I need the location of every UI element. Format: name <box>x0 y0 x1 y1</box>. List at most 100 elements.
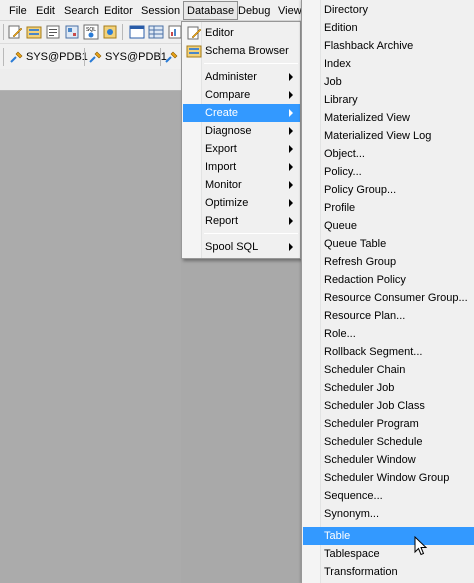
menu-item-create[interactable]: Create <box>183 104 300 122</box>
menu-database[interactable]: Database <box>183 1 239 20</box>
menu-search[interactable]: Search <box>64 4 99 18</box>
submenu-item-library[interactable]: Library <box>303 91 474 109</box>
connection-plug-icon <box>89 51 102 63</box>
database-menu: Editor Schema Browser Administer Compare… <box>181 21 301 259</box>
toolbar-separator <box>122 24 123 40</box>
menu-item-label: Diagnose <box>205 125 252 137</box>
connection-label: SYS@PDB1 <box>26 51 88 63</box>
submenu-item-refresh-group[interactable]: Refresh Group <box>303 253 474 271</box>
submenu-item-label: Synonym... <box>324 508 380 520</box>
menu-item-schema-browser[interactable]: Schema Browser <box>183 42 300 60</box>
connection-plug-icon <box>10 51 23 63</box>
editor-icon <box>187 26 202 40</box>
submenu-item-redaction-policy[interactable]: Redaction Policy <box>303 271 474 289</box>
submenu-item-scheduler-program[interactable]: Scheduler Program <box>303 415 474 433</box>
submenu-item-queue-table[interactable]: Queue Table <box>303 235 474 253</box>
menu-view[interactable]: View <box>278 4 302 18</box>
tools-icon[interactable] <box>102 24 118 40</box>
menu-item-import[interactable]: Import <box>183 158 300 176</box>
menu-item-label: Spool SQL <box>205 241 259 253</box>
submenu-item-object[interactable]: Object... <box>303 145 474 163</box>
submenu-item-resource-plan[interactable]: Resource Plan... <box>303 307 474 325</box>
submenu-item-scheduler-job-class[interactable]: Scheduler Job Class <box>303 397 474 415</box>
submenu-item-edition[interactable]: Edition <box>303 19 474 37</box>
submenu-item-index[interactable]: Index <box>303 55 474 73</box>
submenu-item-label: Object... <box>324 148 365 160</box>
submenu-item-materialized-view-log[interactable]: Materialized View Log <box>303 127 474 145</box>
grid-icon[interactable] <box>148 24 164 40</box>
schema-browser-icon[interactable] <box>26 24 42 40</box>
menu-separator <box>204 233 298 234</box>
submenu-item-label: Job <box>324 76 342 88</box>
submenu-item-profile[interactable]: Profile <box>303 199 474 217</box>
menu-item-optimize[interactable]: Optimize <box>183 194 300 212</box>
menu-item-compare[interactable]: Compare <box>183 86 300 104</box>
menu-item-diagnose[interactable]: Diagnose <box>183 122 300 140</box>
sql-editor-icon[interactable] <box>45 24 61 40</box>
submenu-arrow-icon <box>289 73 293 81</box>
submenu-item-scheduler-job[interactable]: Scheduler Job <box>303 379 474 397</box>
menu-item-monitor[interactable]: Monitor <box>183 176 300 194</box>
describe-icon[interactable] <box>64 24 80 40</box>
submenu-item-queue[interactable]: Queue <box>303 217 474 235</box>
window-icon[interactable] <box>129 24 145 40</box>
toolbar-grip <box>3 24 4 40</box>
connection-plug-icon[interactable] <box>164 50 180 64</box>
sql-icon[interactable]: SQL <box>83 24 99 40</box>
menu-item-label: Administer <box>205 71 257 83</box>
menu-item-editor[interactable]: Editor <box>183 24 300 42</box>
submenu-arrow-icon <box>289 199 293 207</box>
submenu-arrow-icon <box>289 91 293 99</box>
submenu-item-label: Materialized View <box>324 112 411 124</box>
submenu-item-resource-consumer-group[interactable]: Resource Consumer Group... <box>303 289 474 307</box>
submenu-item-label: Tablespace <box>324 548 380 560</box>
submenu-arrow-icon <box>289 243 293 251</box>
submenu-item-label: Scheduler Schedule <box>324 436 423 448</box>
submenu-item-materialized-view[interactable]: Materialized View <box>303 109 474 127</box>
submenu-item-directory[interactable]: Directory <box>303 1 474 19</box>
submenu-item-label: Sequence... <box>324 490 383 502</box>
submenu-item-label: Queue Table <box>324 238 387 250</box>
connection-label: SYS@PDB1 <box>105 51 167 63</box>
create-submenu: Directory Edition Flashback Archive Inde… <box>301 0 474 583</box>
submenu-item-flashback-archive[interactable]: Flashback Archive <box>303 37 474 55</box>
menu-item-report[interactable]: Report <box>183 212 300 230</box>
submenu-item-label: Scheduler Window Group <box>324 472 450 484</box>
submenu-item-tablespace[interactable]: Tablespace <box>303 545 474 563</box>
submenu-item-label: Directory <box>324 4 369 16</box>
submenu-item-scheduler-window-group[interactable]: Scheduler Window Group <box>303 469 474 487</box>
submenu-item-label: Index <box>324 58 351 70</box>
submenu-item-label: Policy Group... <box>324 184 397 196</box>
menu-editor[interactable]: Editor <box>104 4 133 18</box>
submenu-item-label: Scheduler Window <box>324 454 416 466</box>
submenu-item-policy[interactable]: Policy... <box>303 163 474 181</box>
submenu-item-label: Resource Plan... <box>324 310 406 322</box>
submenu-item-transformation[interactable]: Transformation <box>303 563 474 581</box>
submenu-item-role[interactable]: Role... <box>303 325 474 343</box>
submenu-item-scheduler-chain[interactable]: Scheduler Chain <box>303 361 474 379</box>
submenu-item-rollback-segment[interactable]: Rollback Segment... <box>303 343 474 361</box>
submenu-item-policy-group[interactable]: Policy Group... <box>303 181 474 199</box>
menu-file[interactable]: File <box>9 4 27 18</box>
submenu-item-scheduler-window[interactable]: Scheduler Window <box>303 451 474 469</box>
menu-item-label: Schema Browser <box>205 45 289 57</box>
submenu-arrow-icon <box>289 109 293 117</box>
svg-text:SQL: SQL <box>86 27 96 33</box>
menu-item-administer[interactable]: Administer <box>183 68 300 86</box>
menu-session[interactable]: Session <box>141 4 180 18</box>
editor-icon[interactable] <box>7 24 23 40</box>
menu-item-label: Create <box>205 107 239 119</box>
submenu-arrow-icon <box>289 127 293 135</box>
menu-item-spool-sql[interactable]: Spool SQL <box>183 238 300 256</box>
menu-debug[interactable]: Debug <box>238 4 270 18</box>
submenu-item-job[interactable]: Job <box>303 73 474 91</box>
submenu-item-label: Flashback Archive <box>324 40 414 52</box>
submenu-item-sequence[interactable]: Sequence... <box>303 487 474 505</box>
menu-edit[interactable]: Edit <box>36 4 55 18</box>
submenu-item-label: Table <box>324 530 351 542</box>
menu-item-export[interactable]: Export <box>183 140 300 158</box>
submenu-item-scheduler-schedule[interactable]: Scheduler Schedule <box>303 433 474 451</box>
toolbar-grip <box>3 48 4 66</box>
submenu-item-synonym[interactable]: Synonym... <box>303 505 474 523</box>
submenu-item-table[interactable]: Table <box>303 527 474 545</box>
